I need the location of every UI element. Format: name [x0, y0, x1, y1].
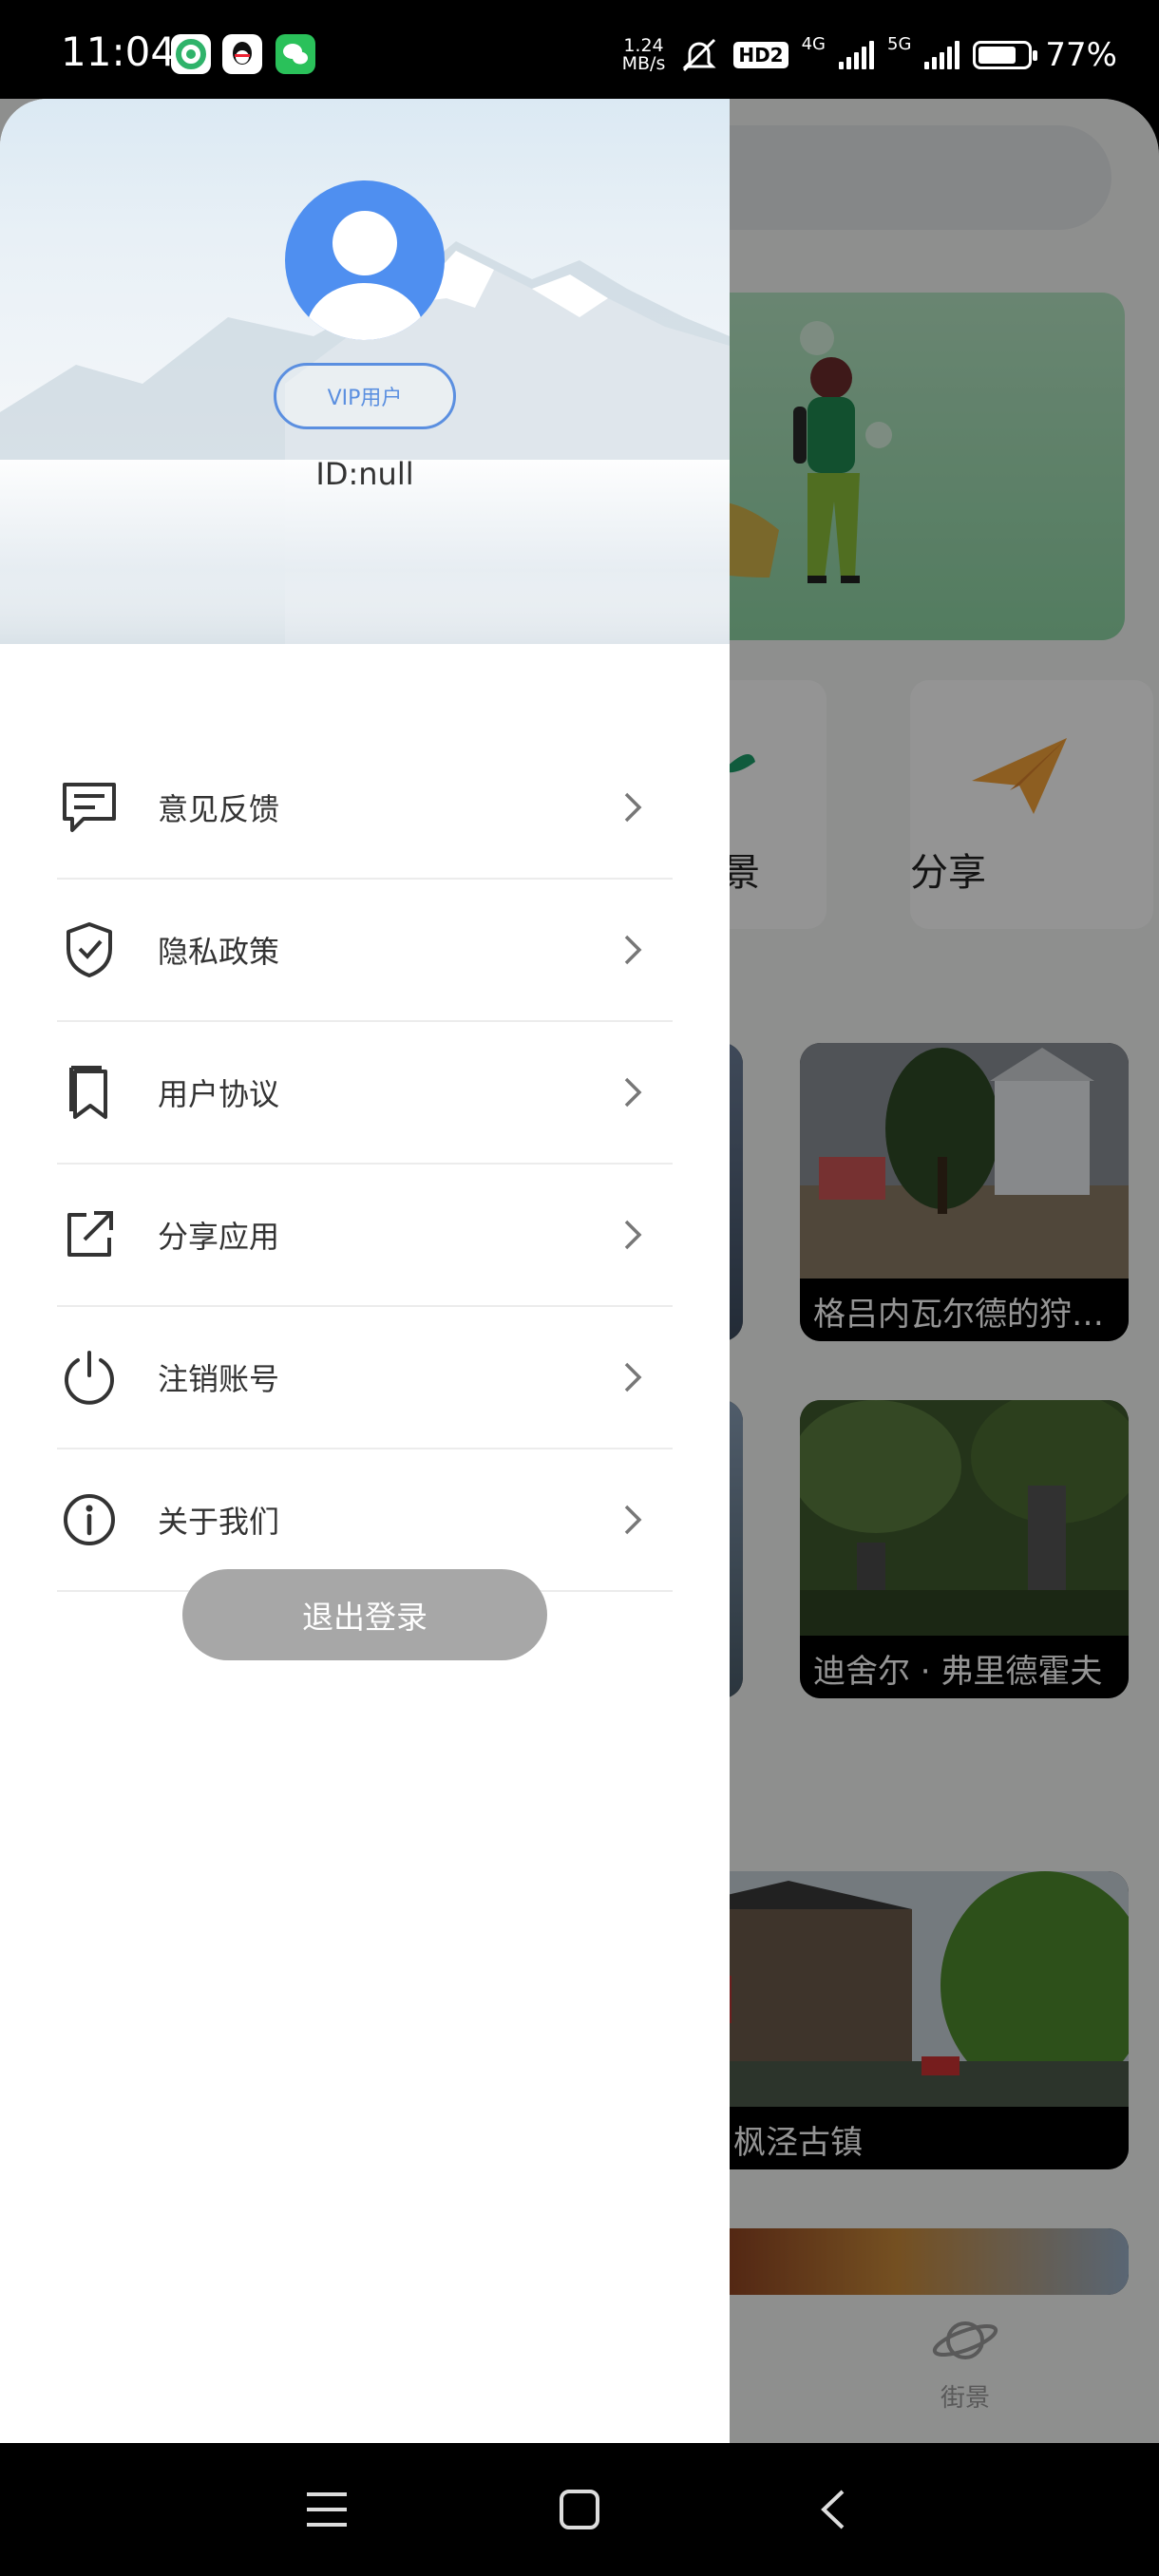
menu-item-share-app[interactable]: 分享应用 [57, 1165, 673, 1307]
chevron-right-icon [614, 788, 652, 826]
chevron-right-icon [614, 1073, 652, 1111]
battery-icon [973, 41, 1038, 69]
menu-label-user-agreement: 用户协议 [158, 1076, 280, 1112]
chevron-right-icon [614, 1501, 652, 1539]
signal-4g-icon [839, 41, 875, 69]
mute-bell-icon [682, 38, 716, 72]
system-navigation-bar [0, 2443, 1159, 2576]
menu-item-privacy-policy[interactable]: 隐私政策 [57, 880, 673, 1022]
menu-item-user-agreement[interactable]: 用户协议 [57, 1022, 673, 1165]
network-speed: 1.24 MB/s [622, 37, 666, 73]
menu-label-about-us: 关于我们 [158, 1504, 280, 1540]
menu-label-share-app: 分享应用 [158, 1219, 280, 1255]
wechat-icon [276, 34, 315, 74]
menu-label-privacy-policy: 隐私政策 [158, 934, 280, 970]
default-user-icon [306, 211, 424, 340]
drawer-menu: 意见反馈 隐私政策 用户协议 分享应用 注销账号 关于我们 [57, 737, 673, 1592]
home-nav-button[interactable] [549, 2479, 610, 2540]
shield-check-icon [59, 919, 120, 980]
hamburger-icon [307, 2492, 347, 2527]
power-icon [59, 1347, 120, 1408]
menu-item-delete-account[interactable]: 注销账号 [57, 1307, 673, 1449]
net-4g-label: 4G [801, 33, 826, 54]
status-time: 11:04 [61, 28, 177, 75]
menu-nav-button[interactable] [296, 2479, 357, 2540]
user-id-label: ID:null [315, 456, 414, 492]
chevron-right-icon [614, 1216, 652, 1254]
green-swirl-app-icon [171, 34, 211, 74]
net-5g-label: 5G [887, 33, 912, 54]
menu-item-feedback[interactable]: 意见反馈 [57, 737, 673, 880]
bookmark-icon [59, 1062, 120, 1123]
qq-icon [222, 34, 262, 74]
user-avatar[interactable] [285, 180, 445, 340]
status-bar: 11:04 1.24 MB/s HD2 4G 5G 77% [0, 0, 1159, 99]
chevron-right-icon [614, 1358, 652, 1396]
network-speed-unit: MB/s [621, 53, 666, 74]
navigation-drawer: VIP用户 ID:null 意见反馈 隐私政策 用户协议 分享应用 注销账号 关… [0, 99, 730, 2443]
hd-badge: HD2 [733, 42, 788, 68]
share-external-icon [59, 1204, 120, 1265]
vip-badge: VIP用户 [274, 363, 456, 429]
back-arrow-icon [821, 2490, 845, 2529]
back-nav-button[interactable] [802, 2479, 863, 2540]
info-icon [59, 1489, 120, 1550]
status-indicators: 1.24 MB/s HD2 4G 5G 77% [622, 32, 1117, 78]
signal-5g-icon [924, 41, 960, 69]
feedback-icon [59, 777, 120, 838]
menu-label-delete-account: 注销账号 [158, 1361, 280, 1397]
battery-fill [978, 47, 1016, 64]
battery-percent: 77% [1045, 36, 1117, 74]
phone-screen: 11:04 1.24 MB/s HD2 4G 5G 77% 景 分享 格吕内瓦尔… [0, 0, 1159, 2576]
chevron-right-icon [614, 931, 652, 969]
drawer-header: VIP用户 ID:null [0, 99, 730, 644]
logout-button[interactable]: 退出登录 [182, 1569, 547, 1660]
menu-label-feedback: 意见反馈 [158, 791, 280, 827]
home-square-icon [560, 2490, 599, 2529]
